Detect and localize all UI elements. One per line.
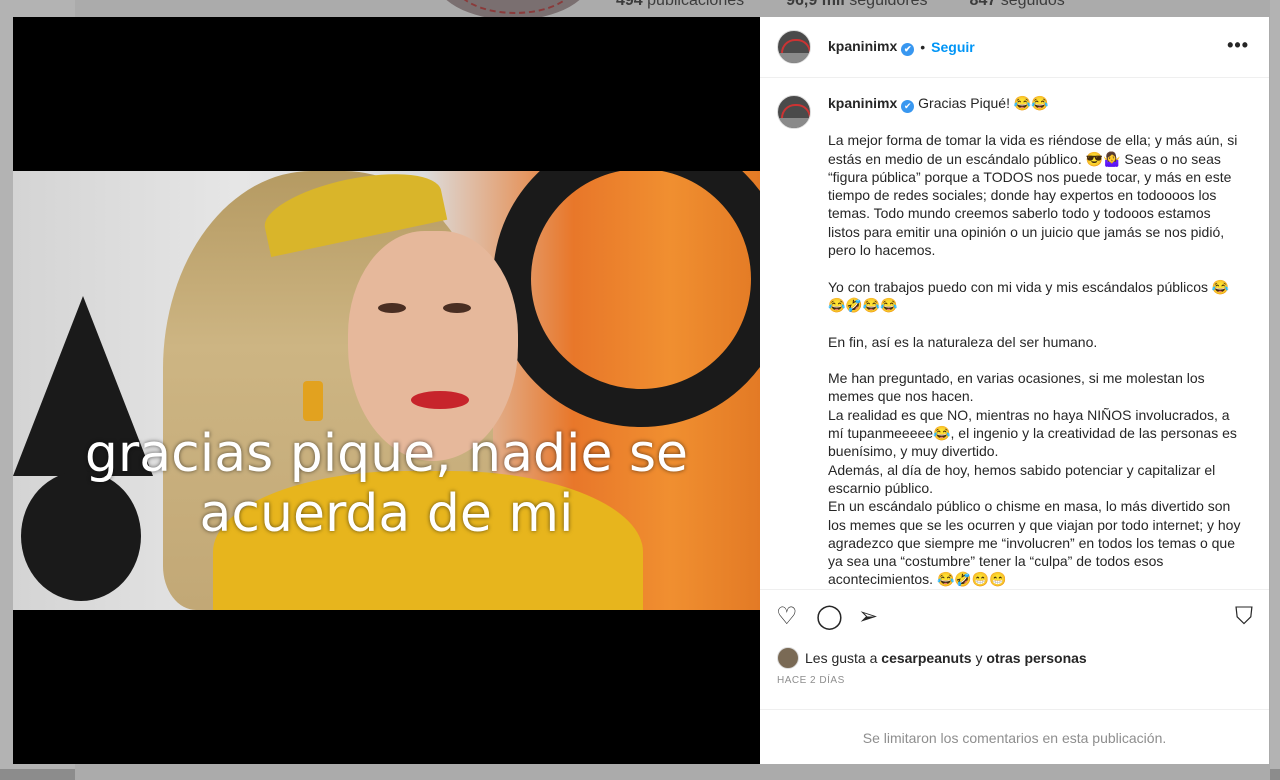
eye	[378, 303, 406, 313]
caption-paragraph: Yo con trabajos puedo con mi vida y mis …	[828, 278, 1230, 313]
caption-title: Gracias Piqué! 😂😂	[918, 95, 1049, 111]
liker-avatar	[777, 647, 799, 669]
verified-icon: ✔	[901, 100, 915, 113]
likes-prefix: Les gusta a	[805, 650, 878, 666]
separator-dot: •	[920, 39, 926, 55]
meme-caption-line1: gracias pique, nadie se	[84, 424, 689, 484]
follow-button[interactable]: Seguir	[931, 39, 975, 55]
share-icon[interactable]: ➢	[858, 604, 878, 630]
profile-stats: 494 publicaciones 96,9 mil seguidores 84…	[616, 0, 1065, 10]
post-media[interactable]: gracias pique, nadie se acuerda de mi	[13, 17, 760, 764]
bookmark-icon[interactable]: ⛉	[1235, 604, 1253, 630]
comments-limited-notice: Se limitaron los comentarios en esta pub…	[760, 709, 1269, 766]
caption-first-line: kpaninimx ✔ Gracias Piqué! 😂😂	[828, 94, 1243, 113]
action-icons: ♡ ◯ ➢ ⛉	[776, 604, 1253, 630]
caption-username[interactable]: kpaninimx	[828, 95, 897, 111]
post-actions: ♡ ◯ ➢ ⛉ Les gusta a cesarpeanuts y otras…	[760, 589, 1269, 765]
earring	[303, 381, 323, 421]
likes-joiner: y	[975, 650, 983, 666]
more-options-icon[interactable]: •••	[1227, 35, 1249, 56]
following-stat: 847 seguidos	[969, 0, 1065, 9]
post-photo: gracias pique, nadie se acuerda de mi	[13, 171, 760, 610]
post-timestamp[interactable]: HACE 2 DÍAS	[777, 675, 845, 686]
comment-icon[interactable]: ◯	[816, 604, 843, 630]
post-modal: gracias pique, nadie se acuerda de mi kp…	[13, 17, 1269, 764]
author-avatar[interactable]	[777, 30, 811, 64]
post-caption-area[interactable]: kpaninimx ✔ Gracias Piqué! 😂😂 La mejor fo…	[760, 78, 1269, 588]
meme-caption-line2: acuerda de mi	[199, 484, 574, 544]
caption-paragraph: En fin, así es la naturaleza del ser hum…	[828, 333, 1098, 350]
posts-stat: 494 publicaciones	[616, 0, 745, 9]
likes-summary: Les gusta a cesarpeanuts y otras persona…	[777, 647, 1087, 669]
post-caption: kpaninimx ✔ Gracias Piqué! 😂😂 La mejor fo…	[828, 94, 1243, 588]
verified-icon: ✔	[901, 43, 915, 56]
liker-username[interactable]: cesarpeanuts	[881, 650, 971, 666]
followers-stat: 96,9 mil seguidores	[786, 0, 928, 9]
caption-author-avatar[interactable]	[777, 95, 811, 129]
caption-paragraph: Me han preguntado, en varias ocasiones, …	[828, 370, 1241, 588]
background-ring	[493, 171, 760, 427]
post-sidebar: kpaninimx ✔ • Seguir ••• kpaninimx ✔ Graci…	[760, 17, 1269, 764]
caption-paragraph: La mejor forma de tomar la vida es riénd…	[828, 132, 1242, 259]
heart-icon[interactable]: ♡	[776, 604, 798, 630]
eye	[443, 303, 471, 313]
author-username[interactable]: kpaninimx ✔	[828, 38, 915, 56]
post-header: kpaninimx ✔ • Seguir •••	[760, 17, 1269, 78]
lips	[411, 391, 469, 409]
other-likers-link[interactable]: otras personas	[986, 650, 1086, 666]
